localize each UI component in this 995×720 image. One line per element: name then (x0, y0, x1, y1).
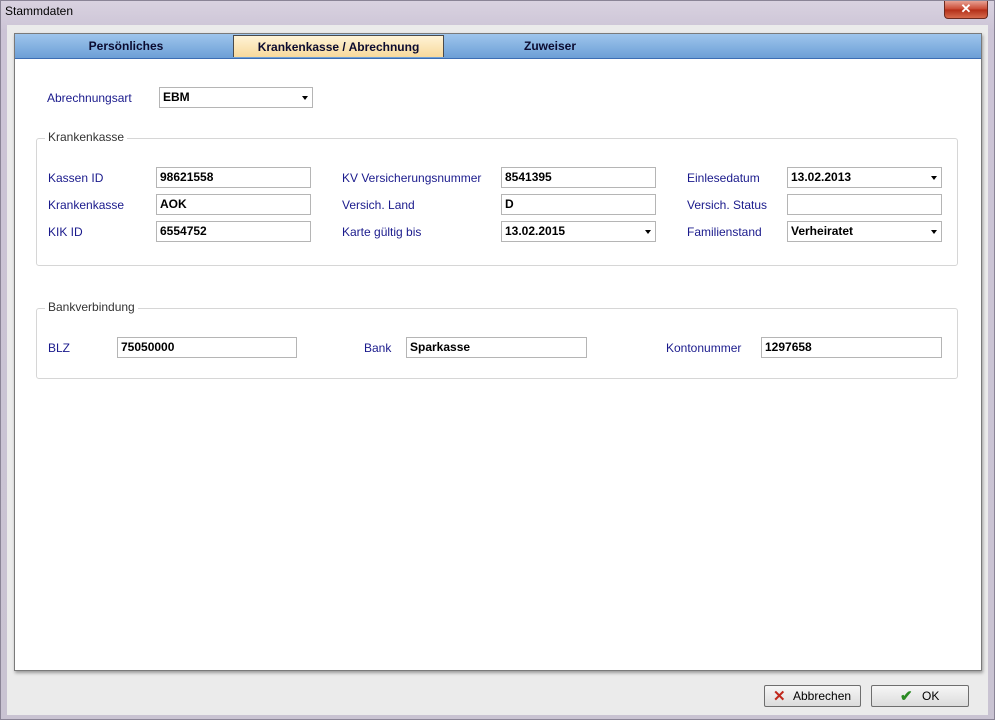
tab-panel: Persönliches Krankenkasse / Abrechnung Z… (14, 33, 982, 671)
krankenkasse-label: Krankenkasse (48, 198, 125, 212)
tab-bar: Persönliches Krankenkasse / Abrechnung Z… (15, 34, 981, 59)
abrechnungsart-label: Abrechnungsart (47, 91, 132, 105)
karte-gueltig-select[interactable]: 13.02.2015 (501, 221, 656, 242)
einlesedatum-select[interactable]: 13.02.2013 (787, 167, 942, 188)
abbrechen-label: Abbrechen (793, 689, 852, 703)
einlesedatum-value: 13.02.2013 (791, 170, 852, 184)
client-area: Persönliches Krankenkasse / Abrechnung Z… (7, 25, 988, 715)
title-bar[interactable]: Stammdaten ✕ (1, 1, 994, 23)
krankenkasse-group: Krankenkasse Kassen ID 98621558 Krankenk… (36, 130, 958, 266)
bank-label: Bank (364, 341, 392, 355)
bankverbindung-legend: Bankverbindung (45, 300, 138, 314)
karte-gueltig-value: 13.02.2015 (505, 224, 566, 238)
checkmark-icon: ✔ (900, 688, 913, 705)
blz-label: BLZ (48, 341, 71, 355)
bank-field[interactable]: Sparkasse (406, 337, 587, 358)
kassen-id-field[interactable]: 98621558 (156, 167, 311, 188)
abrechnungsart-select[interactable]: EBM (159, 87, 313, 108)
einlesedatum-label: Einlesedatum (687, 171, 760, 185)
bankverbindung-group: Bankverbindung BLZ 75050000 Bank Sparkas… (36, 300, 958, 379)
ok-label: OK (922, 689, 940, 703)
versich-land-label: Versich. Land (342, 198, 415, 212)
window-title: Stammdaten (5, 4, 74, 18)
krankenkasse-legend: Krankenkasse (45, 130, 128, 144)
tab-zuweiser[interactable]: Zuweiser (485, 36, 615, 56)
blz-field[interactable]: 75050000 (117, 337, 297, 358)
ok-button[interactable]: ✔ OK (871, 685, 969, 707)
kontonummer-label: Kontonummer (666, 341, 742, 355)
kontonummer-field[interactable]: 1297658 (761, 337, 942, 358)
kik-id-field[interactable]: 6554752 (156, 221, 311, 242)
abrechnungsart-value: EBM (163, 90, 190, 104)
familienstand-label: Familienstand (687, 225, 762, 239)
dialog-window: Stammdaten ✕ Persönliches Krankenkasse /… (0, 0, 995, 720)
versich-status-field[interactable] (787, 194, 942, 215)
familienstand-select[interactable]: Verheiratet (787, 221, 942, 242)
chevron-down-icon (931, 230, 937, 234)
familienstand-value: Verheiratet (791, 224, 854, 238)
chevron-down-icon (645, 230, 651, 234)
kik-id-label: KIK ID (48, 225, 83, 239)
krankenkasse-field[interactable]: AOK (156, 194, 311, 215)
chevron-down-icon (302, 96, 308, 100)
kv-versicherungsnummer-field[interactable]: 8541395 (501, 167, 656, 188)
chevron-down-icon (931, 176, 937, 180)
karte-gueltig-label: Karte gültig bis (342, 225, 422, 239)
tab-persoenliches[interactable]: Persönliches (59, 36, 193, 56)
close-button[interactable]: ✕ (944, 1, 988, 19)
tab-krankenkasse-abrechnung[interactable]: Krankenkasse / Abrechnung (233, 35, 444, 57)
x-icon: ✕ (773, 688, 786, 705)
close-icon: ✕ (960, 1, 972, 16)
versich-status-label: Versich. Status (687, 198, 768, 212)
kv-versicherungsnummer-label: KV Versicherungsnummer (342, 171, 482, 185)
versich-land-field[interactable]: D (501, 194, 656, 215)
abbrechen-button[interactable]: ✕ Abbrechen (764, 685, 861, 707)
kassen-id-label: Kassen ID (48, 171, 104, 185)
